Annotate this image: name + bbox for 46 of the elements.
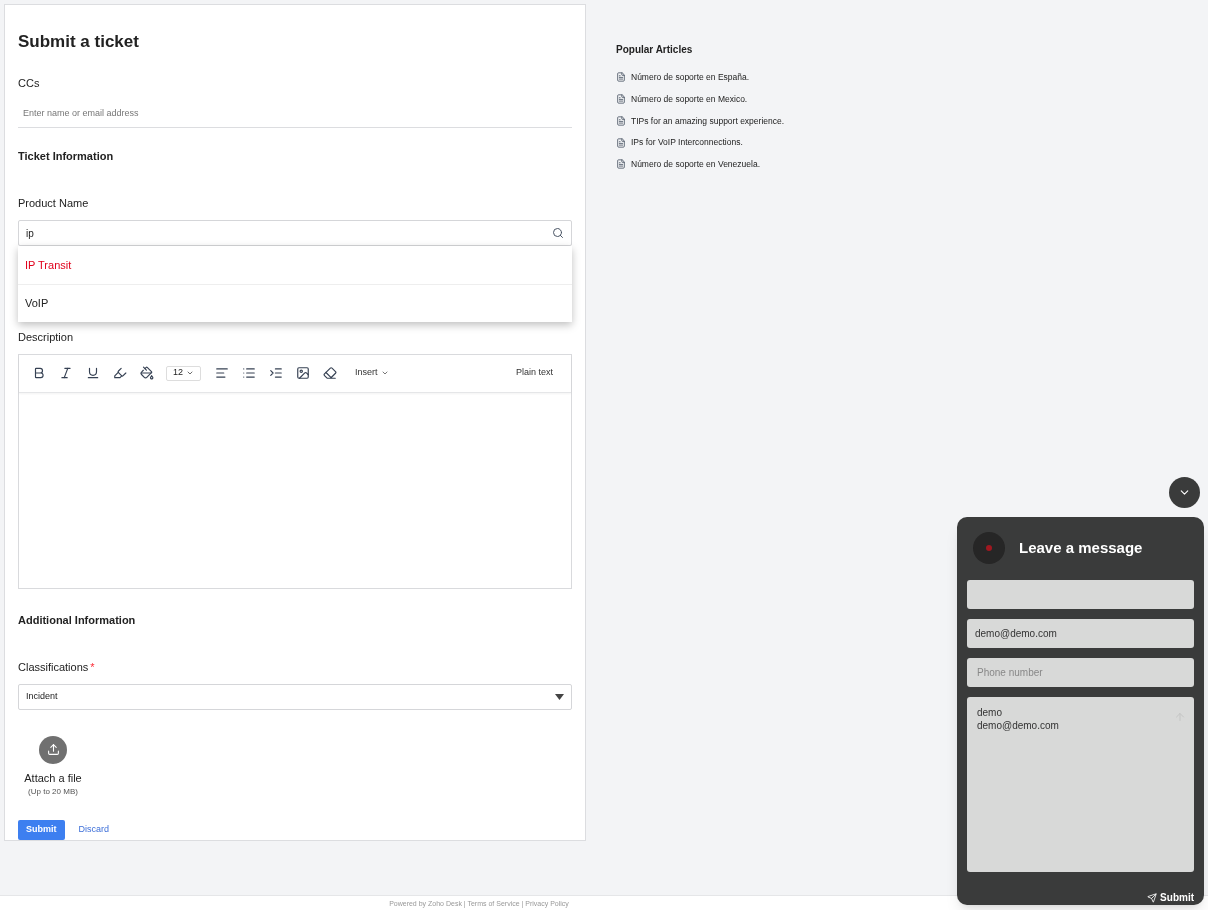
message-input-field[interactable]: demo demo@demo.com	[967, 697, 1194, 872]
field-label: CCs	[18, 75, 41, 91]
classification-select[interactable]: Incident	[18, 684, 572, 710]
chat-submit-button[interactable]: Submit	[1147, 890, 1194, 905]
article-link[interactable]: Número de soporte en España.	[616, 71, 785, 84]
document-icon	[616, 72, 626, 83]
email-input-field[interactable]: demo@demo.com	[967, 618, 1194, 649]
document-icon	[616, 159, 626, 170]
document-icon	[616, 137, 626, 148]
document-icon	[616, 115, 626, 126]
discard-link[interactable]: Discard	[78, 823, 109, 837]
required-mark: *	[90, 660, 95, 673]
name-input-field[interactable]	[967, 580, 1194, 609]
caret-icon	[555, 693, 564, 700]
font-size-select[interactable]: 12	[166, 365, 201, 381]
rich-text-editor[interactable]: 12 Insert Plain text	[18, 353, 572, 590]
article-link[interactable]: Número de soporte en Venezuela.	[616, 158, 785, 171]
upload-icon	[46, 743, 60, 756]
phone-input-field[interactable]: Phone number	[967, 658, 1194, 687]
insert-menu[interactable]: Insert	[355, 366, 389, 380]
plain-text-toggle[interactable]: Plain text	[515, 366, 553, 380]
attach-label: Attach a file	[24, 770, 82, 786]
collapse-chat-button[interactable]	[1169, 477, 1200, 508]
send-icon	[1147, 892, 1158, 903]
field-label: Description	[18, 330, 75, 346]
suggestion-item[interactable]: VoIP	[18, 284, 572, 323]
search-icon	[552, 227, 564, 240]
article-link[interactable]: IPs for VoIP Interconnections.	[616, 136, 785, 149]
suggestion-item[interactable]: IP Transit	[18, 246, 572, 285]
article-link[interactable]: Número de soporte en Mexico.	[616, 92, 785, 106]
popular-articles-heading: Popular Articles	[616, 43, 694, 57]
upload-button[interactable]	[39, 735, 67, 764]
logo-avatar	[973, 532, 1005, 564]
document-icon	[616, 94, 626, 105]
chat-title: Leave a message	[1019, 537, 1143, 558]
size-limit: (Up to 20 MB)	[28, 786, 78, 798]
field-label: Classifications *	[18, 659, 96, 675]
cc-input-field[interactable]: Enter name or email address	[18, 99, 572, 129]
article-link[interactable]: TIPs for an amazing support experience.	[616, 114, 785, 128]
search-value: ip	[26, 226, 34, 241]
section-heading: Additional Information	[18, 613, 137, 629]
submit-button[interactable]: Submit	[18, 820, 65, 840]
section-heading: Ticket Information	[18, 149, 115, 165]
field-label: Product Name	[18, 195, 90, 211]
form-title: Submit a ticket	[18, 31, 140, 53]
product-search-field[interactable]: ip	[18, 220, 572, 247]
